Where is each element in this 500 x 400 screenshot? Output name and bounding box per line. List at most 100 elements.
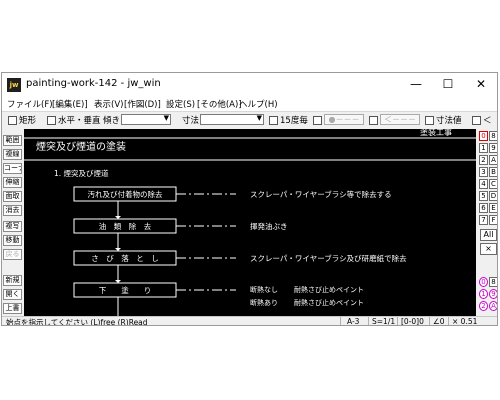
tool-copy[interactable]: 複写 xyxy=(3,221,22,232)
layer-group-button-9[interactable]: 9 xyxy=(489,289,497,299)
status-divider xyxy=(429,317,430,325)
status-bar: 始点を指示してください (L)free (R)Read A-3 S=1/1 [0… xyxy=(2,316,497,326)
tool-new[interactable]: 新規 xyxy=(3,275,22,286)
status-divider xyxy=(340,317,341,325)
layer-button-6[interactable]: 6 xyxy=(479,203,488,213)
status-message: 始点を指示してください (L)free (R)Read xyxy=(6,318,148,326)
layer-button-f[interactable]: F xyxy=(489,215,497,225)
horiz-vert-label: 水平・垂直 xyxy=(58,116,101,126)
minimize-button[interactable]: — xyxy=(400,73,432,95)
maximize-button[interactable]: ☐ xyxy=(432,73,464,95)
lt-label: ＜ xyxy=(483,116,492,126)
subnote-condition: 断熱なし xyxy=(250,285,278,294)
menu-bar: ファイル(F) [編集(E)] 表示(V) [作図(D)] 設定(S) [その他… xyxy=(2,97,497,111)
layer-button-d[interactable]: D xyxy=(489,191,497,201)
horiz-vert-checkbox[interactable] xyxy=(47,116,56,125)
tool-undo[interactable]: 戻る xyxy=(3,249,22,260)
layer-button-b[interactable]: B xyxy=(489,167,497,177)
tool-parallel-line[interactable]: 複線 xyxy=(3,149,22,160)
chevron-down-icon: ▼ xyxy=(163,114,169,122)
chevron-down-icon: ▼ xyxy=(256,114,262,122)
all-layers-button[interactable]: All xyxy=(480,229,497,241)
dots-checkbox[interactable] xyxy=(313,116,322,125)
subnote-text: 耐熱さび止めペイント xyxy=(294,298,364,307)
menu-file[interactable]: ファイル(F) xyxy=(7,98,53,110)
lt-checkbox[interactable] xyxy=(472,116,481,125)
step-label: 汚れ及び付着物の除去 xyxy=(88,189,163,199)
rect-checkbox[interactable] xyxy=(8,116,17,125)
toolbar: 矩形 水平・垂直 傾き ▼ 寸法 ▼ 15度毎 ●－－－ ＜－－－ 寸法値 ＜ xyxy=(2,111,497,128)
layer-group-button-1[interactable]: 1 xyxy=(479,289,488,299)
status-zoom[interactable]: × 0.51 xyxy=(452,317,477,325)
layer-button-8[interactable]: 8 xyxy=(489,131,497,141)
status-angle[interactable]: ∠0 xyxy=(433,317,445,325)
status-paper[interactable]: A-3 xyxy=(347,317,359,325)
status-scale[interactable]: S=1/1 xyxy=(372,317,395,325)
drawing-svg: 塗装工事 煙突及び煙道の塗装 1. 煙突及び煙道 汚れ及び付着物の除去 スクレー… xyxy=(24,129,476,317)
tilt-label: 傾き xyxy=(103,116,121,126)
step-label: さ び 落 と し xyxy=(91,253,159,263)
app-window: jw painting-work-142 - jw_win — ☐ ✕ ファイル… xyxy=(1,72,498,326)
tool-open[interactable]: 開く xyxy=(3,289,22,300)
layer-button-1[interactable]: 1 xyxy=(479,143,488,153)
menu-edit[interactable]: [編集(E)] xyxy=(52,98,88,110)
menu-help[interactable]: ヘルプ(H) xyxy=(239,98,278,110)
layer-x-button[interactable]: × xyxy=(480,243,497,255)
tool-erase[interactable]: 消去 xyxy=(3,205,22,216)
tool-chamfer[interactable]: 面取 xyxy=(3,191,22,202)
layer-button-4[interactable]: 4 xyxy=(479,179,488,189)
status-divider xyxy=(397,317,398,325)
tool-extend[interactable]: 伸縮 xyxy=(3,177,22,188)
menu-settings[interactable]: 設定(S) xyxy=(166,98,195,110)
degree15-checkbox[interactable] xyxy=(269,116,278,125)
step-note: スクレーパ・ワイヤーブラシ及び研磨紙で除去 xyxy=(250,253,407,263)
layer-button-e[interactable]: E xyxy=(489,203,497,213)
step-label: 下 塗 り xyxy=(99,285,152,295)
tool-move[interactable]: 移動 xyxy=(3,235,22,246)
drawing-title-fragment: 塗装工事 xyxy=(420,129,452,137)
tool-range[interactable]: 範囲 xyxy=(3,135,22,146)
degree15-label: 15度毎 xyxy=(280,116,308,126)
menu-other[interactable]: [その他(A)] xyxy=(197,98,242,110)
layer-button-7[interactable]: 7 xyxy=(479,215,488,225)
window-title: painting-work-142 - jw_win xyxy=(26,78,161,89)
menu-draw[interactable]: [作図(D)] xyxy=(124,98,161,110)
layer-group-button-8[interactable]: 8 xyxy=(489,277,497,287)
subnote-text: 耐熱さび止めペイント xyxy=(294,285,364,294)
dimension-select[interactable]: ▼ xyxy=(200,114,264,125)
tool-overwrite[interactable]: 上書 xyxy=(3,303,22,314)
dim-value-checkbox[interactable] xyxy=(425,116,434,125)
layer-group-button-a[interactable]: A xyxy=(489,301,497,311)
jw-app-icon: jw xyxy=(7,78,21,92)
layer-button-3[interactable]: 3 xyxy=(479,167,488,177)
menu-view[interactable]: 表示(V) xyxy=(94,98,123,110)
dots-button[interactable]: ●－－－ xyxy=(324,114,364,125)
title-bar: jw painting-work-142 - jw_win — ☐ ✕ xyxy=(2,73,497,97)
layer-button-9[interactable]: 9 xyxy=(489,143,497,153)
arrow-checkbox[interactable] xyxy=(369,116,378,125)
layer-button-5[interactable]: 5 xyxy=(479,191,488,201)
rect-label: 矩形 xyxy=(19,116,37,126)
subnote-condition: 断熱あり xyxy=(250,298,278,307)
layer-button-c[interactable]: C xyxy=(489,179,497,189)
status-divider xyxy=(448,317,449,325)
tilt-select[interactable]: ▼ xyxy=(121,114,171,125)
drawing-canvas[interactable]: 塗装工事 煙突及び煙道の塗装 1. 煙突及び煙道 汚れ及び付着物の除去 スクレー… xyxy=(24,129,476,317)
dim-value-label: 寸法値 xyxy=(436,116,462,126)
arrow-button[interactable]: ＜－－－ xyxy=(380,114,420,125)
step-note: スクレーパ・ワイヤーブラシ等で除去する xyxy=(250,189,392,199)
status-layer[interactable]: [0-0]0 xyxy=(401,317,424,325)
layer-button-0[interactable]: 0 xyxy=(479,131,488,141)
tool-corner[interactable]: コーナー xyxy=(3,163,22,174)
step-label: 油 類 除 去 xyxy=(99,221,152,231)
dimension-label: 寸法 xyxy=(182,116,200,126)
left-tool-panel: 範囲 複線 コーナー 伸縮 面取 消去 複写 移動 戻る 新規 開く 上書 xyxy=(2,129,23,317)
status-divider xyxy=(368,317,369,325)
layer-group-button-0[interactable]: 0 xyxy=(479,277,488,287)
close-button[interactable]: ✕ xyxy=(465,73,497,95)
drawing-heading: 煙突及び煙道の塗装 xyxy=(36,140,126,153)
layer-button-2[interactable]: 2 xyxy=(479,155,488,165)
layer-group-button-2[interactable]: 2 xyxy=(479,301,488,311)
layer-button-a[interactable]: A xyxy=(489,155,497,165)
layer-panel: 0 8 1 9 2 A 3 B 4 C 5 D 6 E 7 F All × 0 … xyxy=(478,129,497,317)
